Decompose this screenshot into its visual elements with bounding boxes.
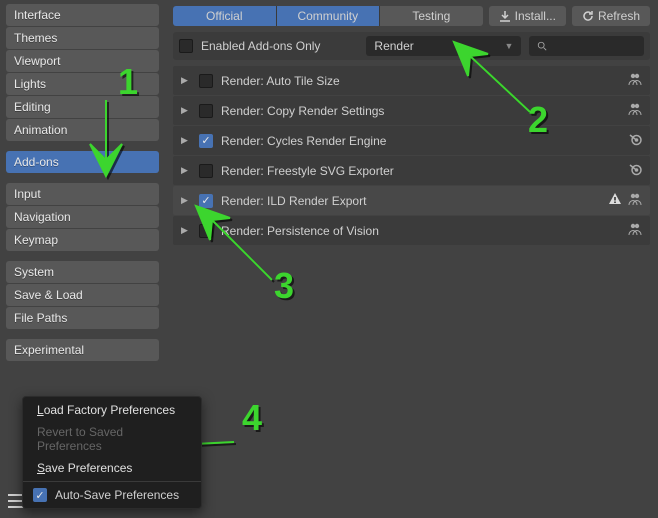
refresh-button[interactable]: Refresh <box>572 6 650 26</box>
menu-load-factory[interactable]: Load Factory Preferences <box>23 399 201 421</box>
sidebar-item-addons[interactable]: Add-ons <box>6 151 159 173</box>
addon-status-icons <box>628 72 642 89</box>
enabled-only-checkbox[interactable] <box>179 39 193 53</box>
addon-row[interactable]: ▶ Render: Auto Tile Size <box>173 66 650 95</box>
download-icon <box>499 10 511 22</box>
addon-status-icons <box>628 102 642 119</box>
addon-status-icons <box>628 222 642 239</box>
addon-enable-checkbox[interactable] <box>199 194 213 208</box>
sidebar-item-lights[interactable]: Lights <box>6 73 159 95</box>
addon-name-label: Render: Freestyle SVG Exporter <box>221 164 620 178</box>
addons-toolbar: Official Community Testing Install... Re… <box>173 6 650 26</box>
main-panel: Official Community Testing Install... Re… <box>165 0 658 518</box>
search-box[interactable] <box>529 36 644 56</box>
support-level-tabs: Official Community Testing <box>173 6 483 26</box>
autosave-checkbox[interactable] <box>33 488 47 502</box>
preferences-context-menu: Load Factory Preferences Revert to Saved… <box>22 396 202 509</box>
disclosure-triangle[interactable]: ▶ <box>181 105 191 116</box>
addon-row[interactable]: ▶ Render: Freestyle SVG Exporter <box>173 156 650 185</box>
community-icon <box>628 192 642 209</box>
sidebar-item-keymap[interactable]: Keymap <box>6 229 159 251</box>
addon-row[interactable]: ▶ Render: ILD Render Export <box>173 186 650 215</box>
sidebar-item-saveload[interactable]: Save & Load <box>6 284 159 306</box>
menu-revert: Revert to Saved Preferences <box>23 421 201 457</box>
community-icon <box>628 102 642 119</box>
addon-row[interactable]: ▶ Render: Cycles Render Engine <box>173 126 650 155</box>
sidebar-item-navigation[interactable]: Navigation <box>6 206 159 228</box>
disclosure-triangle[interactable]: ▶ <box>181 225 191 236</box>
addon-row[interactable]: ▶ Render: Copy Render Settings <box>173 96 650 125</box>
sidebar-item-interface[interactable]: Interface <box>6 4 159 26</box>
addon-enable-checkbox[interactable] <box>199 104 213 118</box>
addon-status-icons <box>628 162 642 179</box>
tab-official[interactable]: Official <box>173 6 277 26</box>
addon-enable-checkbox[interactable] <box>199 224 213 238</box>
addon-name-label: Render: Copy Render Settings <box>221 104 620 118</box>
addon-name-label: Render: ILD Render Export <box>221 194 600 208</box>
menu-save-prefs[interactable]: Save Preferences <box>23 457 201 479</box>
sidebar-item-viewport[interactable]: Viewport <box>6 50 159 72</box>
sidebar-item-system[interactable]: System <box>6 261 159 283</box>
refresh-label: Refresh <box>598 9 640 23</box>
warning-icon <box>608 192 622 209</box>
addon-enable-checkbox[interactable] <box>199 134 213 148</box>
sidebar-item-animation[interactable]: Animation <box>6 119 159 141</box>
disclosure-triangle[interactable]: ▶ <box>181 165 191 176</box>
menu-separator <box>23 481 201 482</box>
disclosure-triangle[interactable]: ▶ <box>181 75 191 86</box>
enabled-only-label: Enabled Add-ons Only <box>201 39 320 53</box>
addon-status-icons <box>628 132 642 149</box>
addon-list: ▶ Render: Auto Tile Size ▶ Render: Copy … <box>173 66 650 245</box>
addon-name-label: Render: Auto Tile Size <box>221 74 620 88</box>
sidebar-item-themes[interactable]: Themes <box>6 27 159 49</box>
disclosure-triangle[interactable]: ▶ <box>181 195 191 206</box>
tab-testing[interactable]: Testing <box>380 6 483 26</box>
install-button[interactable]: Install... <box>489 6 566 26</box>
chevron-down-icon: ▼ <box>505 41 514 51</box>
community-icon <box>628 222 642 239</box>
sidebar-item-experimental[interactable]: Experimental <box>6 339 159 361</box>
addon-status-icons <box>608 192 642 209</box>
sidebar-item-editing[interactable]: Editing <box>6 96 159 118</box>
addon-enable-checkbox[interactable] <box>199 164 213 178</box>
install-label: Install... <box>515 9 556 23</box>
community-icon <box>628 72 642 89</box>
disclosure-triangle[interactable]: ▶ <box>181 135 191 146</box>
autosave-label: Auto-Save Preferences <box>55 488 179 502</box>
addon-name-label: Render: Cycles Render Engine <box>221 134 620 148</box>
addon-enable-checkbox[interactable] <box>199 74 213 88</box>
category-dropdown[interactable]: Render ▼ <box>366 36 521 56</box>
search-input[interactable] <box>553 39 636 53</box>
addon-name-label: Render: Persistence of Vision <box>221 224 620 238</box>
search-icon <box>537 40 547 52</box>
filter-row: Enabled Add-ons Only Render ▼ <box>173 32 650 60</box>
blender-icon <box>628 162 642 179</box>
category-value: Render <box>374 39 413 53</box>
addon-row[interactable]: ▶ Render: Persistence of Vision <box>173 216 650 245</box>
menu-autosave[interactable]: Auto-Save Preferences <box>23 484 201 506</box>
sidebar-item-input[interactable]: Input <box>6 183 159 205</box>
tab-community[interactable]: Community <box>277 6 381 26</box>
blender-icon <box>628 132 642 149</box>
sidebar-item-filepaths[interactable]: File Paths <box>6 307 159 329</box>
refresh-icon <box>582 10 594 22</box>
